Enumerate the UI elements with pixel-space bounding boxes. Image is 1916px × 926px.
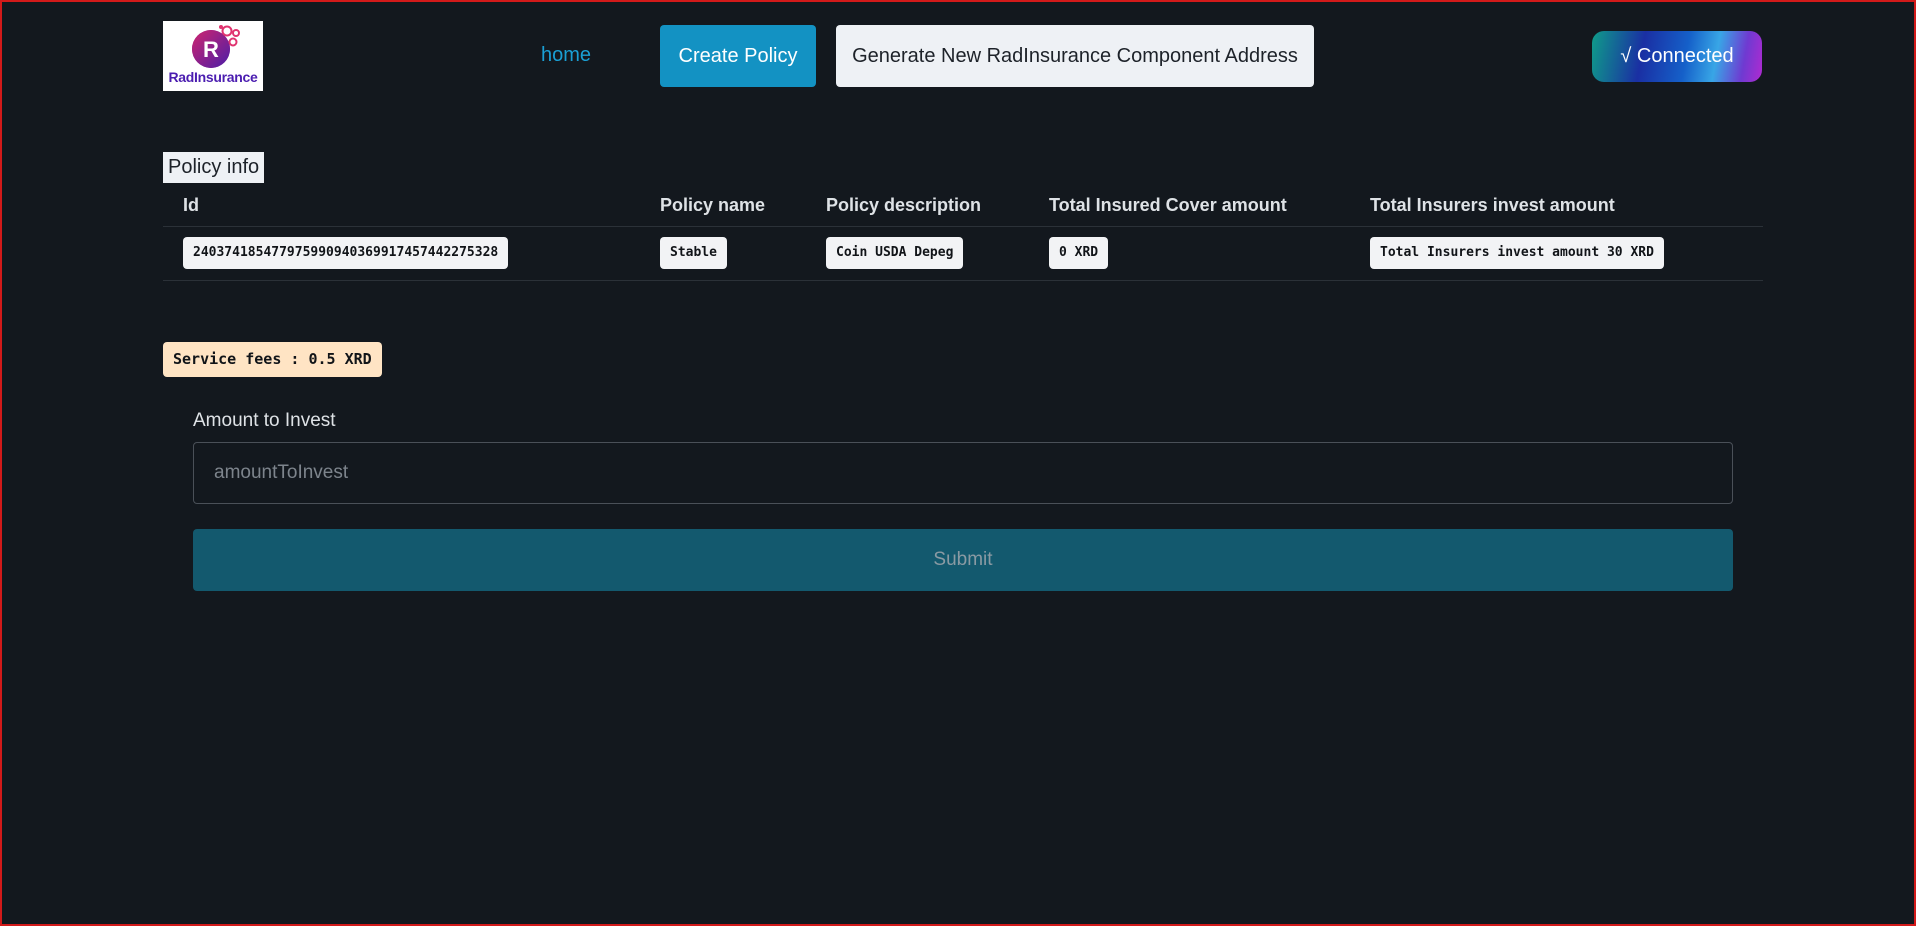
policy-table-header-row: Id Policy name Policy description Total … [163,186,1763,227]
logo-r-icon: R [192,25,240,68]
cell-insurers-invest: Total Insurers invest amount 30 XRD [1350,226,1763,281]
cell-policy-description: Coin USDA Depeg [806,226,1029,281]
logo-text: RadInsurance [168,69,258,85]
nav-home-link[interactable]: home [541,44,591,67]
wallet-connected-button[interactable]: √ Connected [1592,31,1762,82]
insured-cover-value: 0 XRD [1049,237,1109,269]
svg-text:R: R [203,37,219,62]
insurers-invest-value: Total Insurers invest amount 30 XRD [1370,237,1664,269]
cell-id: 24037418547797599094036991745744227532​8 [163,226,640,281]
cell-policy-name: Stable [640,226,806,281]
column-header-id: Id [163,186,640,227]
policy-info-title: Policy info [163,152,265,183]
app-frame: R RadInsurance home Create Policy Genera… [0,0,1916,926]
policy-name-value: Stable [660,237,727,269]
submit-button[interactable]: Submit [193,529,1733,591]
policy-description-value: Coin USDA Depeg [826,237,964,269]
policy-id-value: 24037418547797599094036991745744227532​8 [183,237,509,269]
column-header-total-insurers-invest: Total Insurers invest amount [1350,186,1763,227]
generate-component-address-button[interactable]: Generate New RadInsurance Component Addr… [836,25,1314,87]
radinsurance-logo[interactable]: R RadInsurance [163,21,263,91]
create-policy-button[interactable]: Create Policy [660,25,816,87]
column-header-policy-description: Policy description [806,186,1029,227]
column-header-total-insured-cover: Total Insured Cover amount [1029,186,1350,227]
policy-info-table: Id Policy name Policy description Total … [163,186,1763,281]
table-row: 24037418547797599094036991745744227532​8… [163,226,1763,281]
column-header-policy-name: Policy name [640,186,806,227]
service-fees-badge: Service fees : 0.5 XRD [163,342,382,377]
cell-insured-cover: 0 XRD [1029,226,1350,281]
amount-to-invest-input[interactable] [193,442,1733,504]
amount-to-invest-label: Amount to Invest [193,410,336,431]
